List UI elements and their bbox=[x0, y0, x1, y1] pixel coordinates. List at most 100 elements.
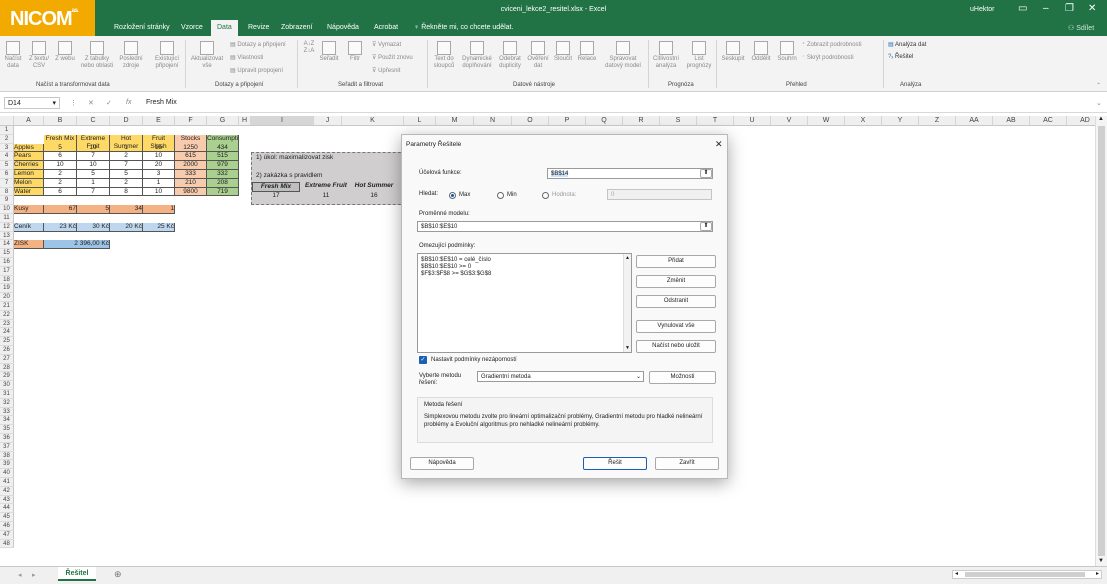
table-cell[interactable]: 1250 bbox=[175, 143, 207, 153]
row-header[interactable]: 15 bbox=[0, 249, 14, 258]
table-cell[interactable]: 2 bbox=[110, 152, 143, 162]
row-header[interactable]: 21 bbox=[0, 302, 14, 311]
row-header[interactable]: 27 bbox=[0, 354, 14, 364]
tab-zobrazeni[interactable]: Zobrazení bbox=[281, 24, 313, 31]
row-header[interactable]: 47 bbox=[0, 530, 14, 540]
row-header[interactable]: 45 bbox=[0, 513, 14, 522]
collapse-ribbon-icon[interactable]: ⌃ bbox=[1096, 82, 1101, 89]
enter-icon[interactable]: ✓ bbox=[106, 99, 112, 107]
scroll-down-icon[interactable]: ▼ bbox=[625, 345, 630, 351]
row-header[interactable]: 7 bbox=[0, 178, 14, 188]
column-header[interactable]: F bbox=[175, 116, 207, 126]
column-header[interactable]: I bbox=[251, 116, 314, 126]
row-header[interactable]: 10 bbox=[0, 205, 14, 214]
data-model-button[interactable]: Spravovat datový model bbox=[600, 41, 646, 70]
table-cell[interactable]: 9800 bbox=[175, 187, 207, 197]
user-name[interactable]: uHektor bbox=[970, 6, 995, 13]
chevron-down-icon[interactable]: ⌄ bbox=[636, 373, 641, 380]
table-cell[interactable]: 7 bbox=[77, 152, 110, 162]
table-cell[interactable]: 8 bbox=[110, 187, 143, 197]
name-box[interactable]: D14 ▾ bbox=[4, 97, 60, 109]
data-analysis-button[interactable]: ▤ Analýza dat bbox=[888, 41, 926, 48]
scroll-up-icon[interactable]: ▲ bbox=[625, 255, 630, 261]
table-cell[interactable]: 2 bbox=[44, 178, 77, 188]
tab-acrobat[interactable]: Acrobat bbox=[374, 24, 398, 31]
prev-sheet-icon[interactable]: ◂ bbox=[18, 571, 22, 579]
row-header[interactable]: 8 bbox=[0, 187, 14, 197]
row-header[interactable]: 48 bbox=[0, 539, 14, 549]
sort-button[interactable]: Seřadit bbox=[318, 41, 340, 63]
table-cell[interactable]: 6 bbox=[44, 152, 77, 162]
row-header[interactable]: 23 bbox=[0, 319, 14, 329]
row-header[interactable]: 6 bbox=[0, 170, 14, 179]
column-header[interactable]: K bbox=[342, 116, 404, 126]
row-label-cell[interactable]: Pears bbox=[14, 152, 44, 162]
row-label-cell[interactable]: Lemon bbox=[14, 170, 44, 179]
kusy-cell[interactable]: 34 bbox=[110, 205, 143, 214]
minimize-icon[interactable]: – bbox=[1043, 3, 1049, 14]
row-header[interactable]: 44 bbox=[0, 504, 14, 514]
scroll-left-icon[interactable]: ◂ bbox=[955, 570, 958, 577]
table-cell[interactable]: 7 bbox=[110, 161, 143, 170]
column-header[interactable]: D bbox=[110, 116, 143, 126]
row-header[interactable]: 30 bbox=[0, 381, 14, 390]
column-header[interactable]: Q bbox=[586, 116, 623, 126]
what-if-button[interactable]: Citlivostní analýza bbox=[650, 41, 682, 70]
row-header[interactable]: 36 bbox=[0, 434, 14, 443]
row-label-cell[interactable]: Cherries bbox=[14, 161, 44, 170]
objective-input[interactable]: $B$14 bbox=[547, 168, 713, 179]
table-cell[interactable]: 1 bbox=[110, 143, 143, 153]
remove-duplicates-button[interactable]: Odebrat duplicity bbox=[496, 41, 524, 70]
close-button[interactable]: Zavřít bbox=[655, 457, 719, 470]
table-cell[interactable]: 5 bbox=[77, 170, 110, 179]
table-cell[interactable]: 333 bbox=[175, 170, 207, 179]
column-header[interactable]: O bbox=[512, 116, 549, 126]
row-header[interactable]: 37 bbox=[0, 442, 14, 452]
value-input[interactable]: 0 bbox=[607, 189, 712, 200]
row-header[interactable]: 20 bbox=[0, 293, 14, 302]
show-detail-button[interactable]: ⁺ Zobrazit podrobnosti bbox=[802, 41, 862, 48]
kusy-label[interactable]: Kusy bbox=[14, 205, 44, 214]
row-header[interactable]: 2 bbox=[0, 134, 14, 144]
subtotal-button[interactable]: Souhrn bbox=[774, 41, 800, 63]
change-constraint-button[interactable]: Změnit bbox=[636, 275, 716, 288]
close-window-icon[interactable]: ✕ bbox=[1088, 3, 1096, 14]
column-header[interactable]: Y bbox=[882, 116, 919, 126]
horizontal-scrollbar[interactable]: ◂ ▸ bbox=[952, 570, 1102, 579]
row-header[interactable]: 46 bbox=[0, 522, 14, 531]
row-header[interactable]: 19 bbox=[0, 284, 14, 294]
flash-fill-button[interactable]: Dynamické doplňování bbox=[459, 41, 495, 70]
table-cell[interactable]: 10 bbox=[77, 143, 110, 153]
column-header[interactable]: E bbox=[143, 116, 175, 126]
note-header[interactable]: Fresh Mix bbox=[252, 182, 300, 193]
reset-all-button[interactable]: Vynulovat vše bbox=[636, 320, 716, 333]
price-cell[interactable]: 23 Kč bbox=[44, 222, 77, 232]
table-cell[interactable]: 208 bbox=[207, 178, 239, 188]
queries-connections-button[interactable]: ▤ Dotazy a připojení bbox=[230, 41, 286, 48]
forecast-sheet-button[interactable]: List prognózy bbox=[684, 41, 714, 70]
table-cell[interactable]: 434 bbox=[207, 143, 239, 153]
collapse-ref-icon[interactable]: ⬆ bbox=[700, 222, 712, 231]
constraints-list[interactable]: $B$10:$E$10 = celé_číslo $B$10:$E$10 >= … bbox=[417, 253, 632, 353]
table-cell[interactable]: 332 bbox=[207, 170, 239, 179]
chevron-down-icon[interactable]: ▾ bbox=[52, 99, 56, 107]
column-header[interactable]: AA bbox=[956, 116, 993, 126]
row-header[interactable]: 42 bbox=[0, 486, 14, 496]
tab-rozlozeni[interactable]: Rozložení stránky bbox=[114, 24, 170, 31]
text-to-columns-button[interactable]: Text do sloupců bbox=[430, 41, 458, 70]
edit-links-button[interactable]: ▤ Upravit propojení bbox=[230, 67, 283, 74]
row-header[interactable]: 43 bbox=[0, 495, 14, 505]
advanced-filter-button[interactable]: ⊽ Upřesnit bbox=[372, 67, 400, 74]
method-select[interactable]: Gradientní metoda ⌄ bbox=[477, 371, 644, 382]
table-cell[interactable]: 5 bbox=[44, 143, 77, 153]
table-cell[interactable]: 719 bbox=[207, 187, 239, 197]
row-header[interactable]: 28 bbox=[0, 363, 14, 373]
reapply-button[interactable]: ⊽ Použít znovu bbox=[372, 54, 413, 61]
column-header[interactable]: M bbox=[436, 116, 474, 126]
group-button[interactable]: Seskupit bbox=[720, 41, 746, 63]
row-header[interactable]: 11 bbox=[0, 214, 14, 223]
column-header[interactable]: U bbox=[734, 116, 771, 126]
kusy-cell[interactable]: 5 bbox=[77, 205, 110, 214]
table-cell[interactable]: 10 bbox=[44, 161, 77, 170]
table-cell[interactable]: 615 bbox=[175, 152, 207, 162]
